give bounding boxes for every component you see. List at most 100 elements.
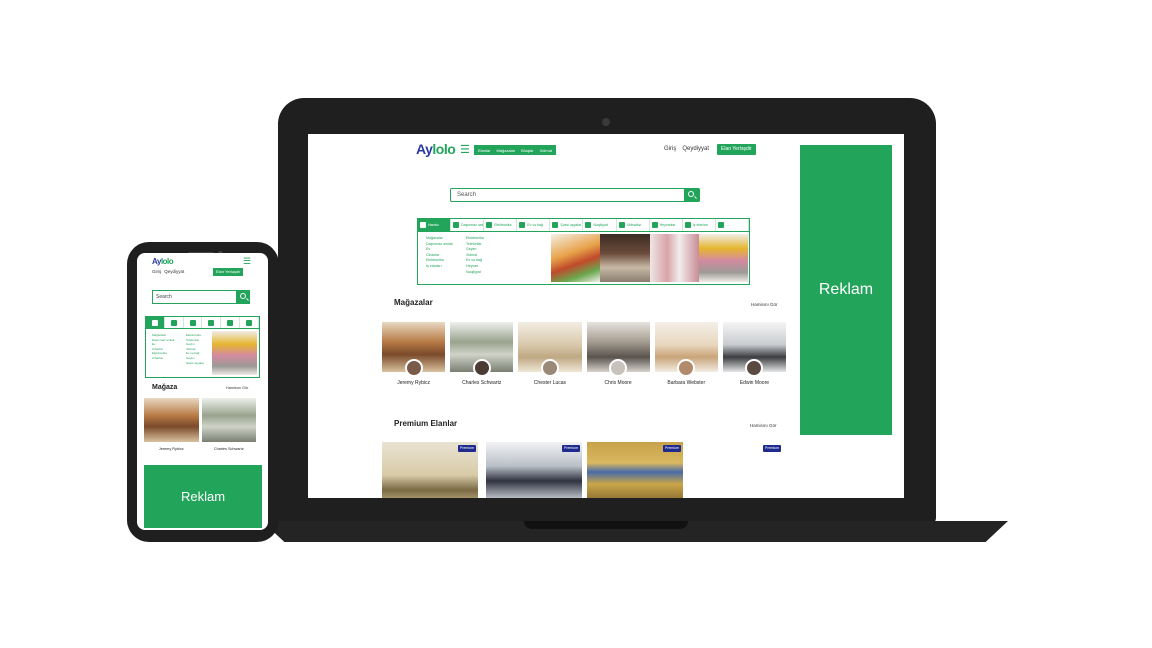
post-ad-button[interactable]: Elan Yerləşdir	[717, 144, 756, 155]
category-tab[interactable]: Heyvanlar	[650, 219, 683, 231]
category-tab-label: →	[725, 223, 730, 227]
store-card[interactable]: Edwin Moore	[722, 322, 787, 386]
menu-icon[interactable]: ☰	[460, 143, 470, 156]
search-input[interactable]: Search	[450, 188, 700, 202]
nav-link[interactable]: Elanlar	[478, 148, 490, 153]
laptop-camera	[602, 118, 610, 126]
category-tab[interactable]: Elektronika	[484, 219, 518, 231]
subcategory-link[interactable]: Cihazlar	[152, 356, 174, 361]
stores-see-all-link[interactable]: Hamisını Gör	[226, 386, 248, 390]
nav-link[interactable]: Bloqlar	[521, 148, 533, 153]
premium-see-all-link[interactable]: Hamisını Gör	[750, 423, 777, 428]
category-tab[interactable]	[240, 317, 259, 328]
avatar	[404, 359, 423, 377]
store-card[interactable]: Charles Schwartz	[201, 398, 256, 456]
store-card[interactable]: Barbara Webster	[654, 322, 718, 386]
category-tab[interactable]: Nəqliyyat	[583, 219, 617, 231]
store-image	[144, 398, 199, 442]
category-panel: Mağazalar Daşınmaz əmlak Ev Cihazlar Elektro…	[145, 316, 260, 378]
briefcase-icon	[684, 222, 691, 228]
store-image	[201, 398, 256, 442]
category-tab[interactable]	[184, 317, 203, 328]
stores-title: Mağazalar	[394, 298, 433, 307]
category-tab-label: Ev və bağ	[527, 223, 543, 227]
register-link[interactable]: Qeydiyyat	[164, 269, 184, 274]
store-name: Chris Moore	[604, 380, 632, 386]
post-ad-button[interactable]: Elan Yerləşdir	[213, 268, 244, 276]
search-input[interactable]: Search	[152, 290, 250, 304]
category-tab[interactable]: Şəxsi əşyalar	[550, 219, 584, 231]
store-card[interactable]: Chester Lucas	[518, 322, 582, 386]
premium-card[interactable]: Premium	[486, 442, 582, 498]
search-button[interactable]	[236, 290, 250, 304]
store-name: Barbara Webster	[667, 380, 706, 386]
category-image-flowers	[551, 234, 601, 282]
category-tab[interactable]: Daşınmaz əmlak	[451, 219, 485, 231]
category-tab[interactable]: Hamisı	[418, 219, 452, 231]
premium-card[interactable]: Premium	[382, 442, 478, 498]
category-tab-label: Xidmətlər	[626, 223, 642, 227]
category-tab[interactable]	[146, 317, 165, 328]
register-link[interactable]: Qeydiyyat	[682, 146, 709, 152]
category-image-fashion	[649, 234, 699, 282]
store-card[interactable]: Jeremy Rybicz	[144, 398, 199, 456]
category-tab-label: Nəqliyyat	[593, 223, 608, 227]
subcategory-link[interactable]: İş elanları	[426, 264, 453, 270]
category-panel: Hamisı Daşınmaz əmlak Elektronika Ev və bağ…	[417, 218, 750, 285]
logo-text-b: lolo	[432, 141, 456, 157]
category-image-bedroom	[698, 234, 748, 282]
subcategory-link[interactable]: Şəxsi əşyalar	[186, 361, 204, 366]
premium-card[interactable]: Premium	[587, 442, 683, 498]
store-card[interactable]: Chris Moore	[586, 322, 650, 386]
store-name: Charles Schwartz	[213, 447, 244, 451]
store-name: Jeremy Rybicz	[158, 447, 184, 451]
category-tab-label: Elektronika	[494, 223, 512, 227]
stores-title: Mağaza	[152, 384, 178, 391]
tools-icon	[618, 222, 625, 228]
category-tab[interactable]	[165, 317, 184, 328]
avatar	[745, 359, 764, 377]
arrow-icon	[717, 222, 724, 228]
category-tab[interactable]: Xidmətlər	[617, 219, 650, 231]
category-tab[interactable]	[202, 317, 222, 328]
nav-link[interactable]: Xidmət	[540, 148, 552, 153]
category-tab[interactable]	[221, 317, 241, 328]
subcategory-col-2: Elektronika Telefonlar Geyim Xidmət Ev və ba…	[466, 236, 484, 275]
nav-link[interactable]: Mağazalar	[496, 148, 515, 153]
logo-text-a: Ay	[152, 257, 161, 266]
stores-see-all-link[interactable]: Hamisını Gör	[751, 302, 778, 307]
site-logo[interactable]: Aylolo	[416, 141, 456, 157]
auth-links: Giriş Qeydiyyat	[152, 269, 184, 274]
car-icon	[227, 319, 234, 326]
tools-icon	[246, 319, 253, 326]
subcategory-link[interactable]: Elektronika	[466, 236, 484, 242]
monitor-icon	[189, 319, 196, 326]
store-card[interactable]: Charles Schwartz	[450, 322, 514, 386]
stores-row: Jeremy Rybicz Charles Schwartz	[144, 398, 256, 456]
subcategory-link[interactable]: Nəqliyyat	[466, 270, 484, 276]
subcategory-col-2: Elektronika Telefonlar Geyim Xidmət Ev və ba…	[186, 333, 204, 365]
home-icon	[170, 319, 177, 326]
menu-icon[interactable]: ☰	[243, 256, 251, 267]
search-placeholder: Search	[156, 294, 172, 300]
store-card[interactable]: Jeremy Rybicz	[382, 322, 446, 386]
avatar	[609, 359, 628, 377]
category-tab[interactable]: İş elanları	[683, 219, 716, 231]
auth-links: Giriş Qeydiyyat	[664, 146, 709, 152]
search-placeholder: Search	[457, 192, 477, 198]
site-logo[interactable]: Aylolo	[152, 257, 174, 266]
category-tab-label: Heyvanlar	[659, 223, 676, 227]
category-tab[interactable]: Ev və bağ	[517, 219, 551, 231]
store-name: Edwin Moore	[739, 380, 770, 386]
subcategory-col-1: Mağazalar Daşınmaz əmlak Ev Cihazlar Elektro…	[426, 236, 453, 270]
login-link[interactable]: Giriş	[152, 269, 161, 274]
ad-banner[interactable]: Reklam	[800, 145, 892, 435]
login-link[interactable]: Giriş	[664, 146, 676, 152]
store-name: Jeremy Rybicz	[397, 380, 430, 386]
ad-banner[interactable]: Reklam	[144, 465, 262, 528]
search-button[interactable]	[684, 188, 700, 202]
search-icon	[688, 191, 694, 197]
home-icon	[453, 222, 460, 228]
category-tab[interactable]: →	[716, 219, 749, 231]
avatar	[472, 359, 491, 377]
